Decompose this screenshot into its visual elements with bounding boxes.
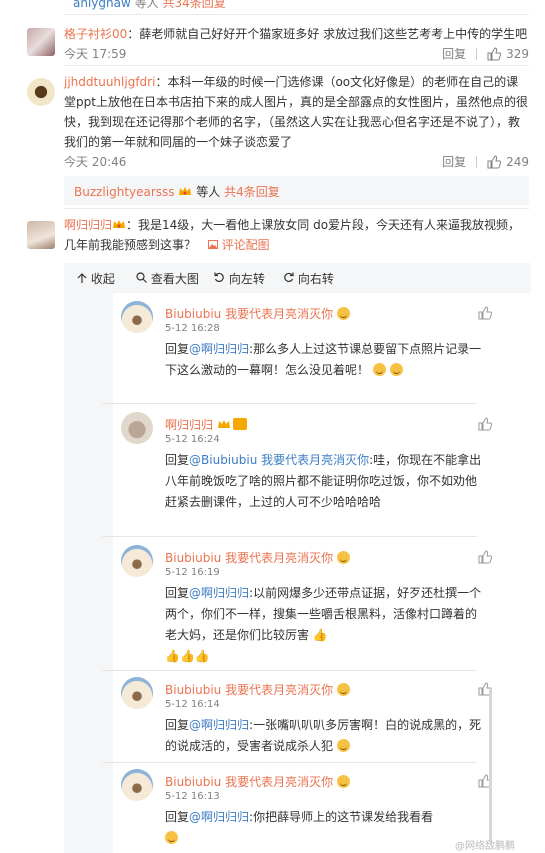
scrollbar[interactable] [489,688,492,843]
rotate-left-icon [214,272,224,283]
reply-body: 回复@啊归归归:一张嘴叭叭叭多厉害啊！白的说成黑的，死的说成活的，受害者说成杀人… [165,718,482,753]
reply-date: 5-12 16:19 [165,567,220,578]
comment-3-user[interactable]: 啊归归归 [64,218,112,232]
reply-body: 回复@Biubiubiu 我要代表月亮消灭你:哇，你现在不能拿出八年前晚饭吃了啥… [165,453,482,509]
list-item: Biubiubiu 我要代表月亮消灭你 5-12 16:19 回复@啊归归归:以… [117,545,492,670]
vip-crown-icon [112,216,126,228]
emoji-icon [336,307,350,320]
comment-1-user[interactable]: 格子衬衫00 [64,27,127,41]
list-item: Biubiubiu 我要代表月亮消灭你 5-12 16:14 回复@啊归归归:一… [117,677,492,757]
collapse-button[interactable]: 收起 [77,270,115,287]
comment-2-user[interactable]: jjhddtuuhljgfdri [64,75,155,89]
divider [102,403,477,404]
reply-mention[interactable]: @啊归归归 [189,810,249,824]
divider [476,155,478,168]
avatar[interactable] [121,545,153,577]
like-icon[interactable] [478,550,492,564]
like-icon[interactable] [487,154,502,169]
emoji-icon [336,775,350,788]
avatar[interactable] [121,677,153,709]
like-icon[interactable] [478,306,492,320]
reply-mention[interactable]: @啊归归归 [189,718,249,732]
avatar[interactable] [121,301,153,333]
sub-reply-summary[interactable]: Buzzlightyearsss 等人 共4条回复 [64,176,529,205]
reply-date: 5-12 16:28 [165,323,220,334]
vip-crown-icon [217,418,231,430]
rotate-right-button[interactable]: 向右转 [283,270,334,287]
comment-2-text: jjhddtuuhljgfdri：本科一年级的时候一门选修课（oo文化好像是）的… [64,72,529,152]
divider [64,65,529,66]
watermark: @网络敌鹏鹏 [455,841,515,852]
avatar[interactable] [121,769,153,801]
divider [102,536,477,537]
divider [64,14,529,15]
image-toolbar: 收起 查看大图 向左转 向右转 [64,263,531,293]
comment-1-meta: 今天 17:59 回复 329 [64,45,529,63]
thumbs-up-emoji-icon: 👍 [312,628,328,642]
prev-reply-text: 等人 [134,0,159,10]
reply-author[interactable]: Biubiubiu 我要代表月亮消灭你 [165,549,350,566]
sub-reply-text: 等人 [196,185,221,199]
arrow-up-icon [77,273,87,283]
comment-2-time: 今天 20:46 [64,155,127,169]
divider [64,208,529,209]
prev-reply-summary: anlyghaw 等人 共34条回复 [0,0,545,14]
comment-1-body: ：薛老师就自己好好开个猫家班多好 求放过我们这些艺考考上中传的学生吧 [127,27,528,41]
sub-reply-count-link[interactable]: 共4条回复 [224,185,280,199]
comment-1-time: 今天 17:59 [64,47,127,61]
image-icon [207,240,218,249]
comment-3-body: ：我是14级，大一看他上课放女同 do爱片段，今天还有人来逼我放视频，几年前我能… [64,218,521,252]
rotate-left-button[interactable]: 向左转 [214,270,265,287]
list-item: Biubiubiu 我要代表月亮消灭你 5-12 16:13 回复@啊归归归:你… [117,769,492,853]
comment-1-like-count: 329 [506,46,529,61]
list-item: Biubiubiu 我要代表月亮消灭你 5-12 16:28 回复@啊归归归:那… [117,301,492,401]
emoji-icon [336,551,350,564]
view-large-image-button[interactable]: 查看大图 [136,270,199,287]
reply-author[interactable]: 啊归归归 [165,416,247,433]
emoji-icon [336,739,350,752]
list-item: 啊归归归 5-12 16:24 回复@Biubiubiu 我要代表月亮消灭你:哇… [117,412,492,542]
reply-author[interactable]: Biubiubiu 我要代表月亮消灭你 [165,305,350,322]
divider [102,762,477,763]
reply-author[interactable]: Biubiubiu 我要代表月亮消灭你 [165,681,350,698]
prev-reply-count-link[interactable]: 共34条回复 [162,0,225,10]
reply-mention[interactable]: @啊归归归 [189,342,249,356]
vip-crown-icon [178,185,192,197]
like-icon[interactable] [487,46,502,61]
comment-2-like-count: 249 [506,154,529,169]
reply-mention[interactable]: @Biubiubiu 我要代表月亮消灭你 [189,453,369,467]
member-badge-icon [232,418,247,430]
comment-1-text: 格子衬衫00：薛老师就自己好好开个猫家班多好 求放过我们这些艺考考上中传的学生吧 [64,24,529,44]
emoji-icon [372,363,386,376]
reply-body: 回复@啊归归归:那么多人上过这节课总要留下点照片记录一下这么激动的一幕啊！怎么没… [165,342,482,377]
comment-2-meta: 今天 20:46 回复 249 [64,153,529,171]
reply-body: 回复@啊归归归:以前网爆多少还带点证据，好歹还杜撰一个两个，你们不一样，搜集一些… [165,586,482,663]
reply-date: 5-12 16:14 [165,699,220,710]
avatar[interactable] [27,221,55,249]
divider [476,47,478,60]
avatar[interactable] [121,412,153,444]
comment-2-reply-button[interactable]: 回复 [442,153,466,170]
avatar[interactable] [27,78,55,106]
emoji-icon [389,363,403,376]
thumbs-up-emoji-icon: 👍👍👍 [165,649,210,663]
reply-body: 回复@啊归归归:你把薛导师上的这节课发给我看看 [165,807,483,849]
reply-date: 5-12 16:24 [165,434,220,445]
comment-3-text: 啊归归归 ：我是14级，大一看他上课放女同 do爱片段，今天还有人来逼我放视频，几… [64,215,529,255]
rotate-right-icon [284,272,294,283]
like-icon[interactable] [478,417,492,431]
emoji-icon [336,683,350,696]
emoji-icon [165,831,178,844]
sub-reply-user[interactable]: Buzzlightyearsss [74,185,175,199]
divider [102,670,477,671]
comment-image-link[interactable]: 评论配图 [207,238,270,252]
reply-mention[interactable]: @啊归归归 [189,586,249,600]
prev-reply-user[interactable]: anlyghaw [73,0,131,10]
reply-date: 5-12 16:13 [165,791,220,802]
search-icon [136,272,147,283]
avatar[interactable] [27,28,55,56]
reply-author[interactable]: Biubiubiu 我要代表月亮消灭你 [165,773,350,790]
comment-1-reply-button[interactable]: 回复 [442,45,466,62]
